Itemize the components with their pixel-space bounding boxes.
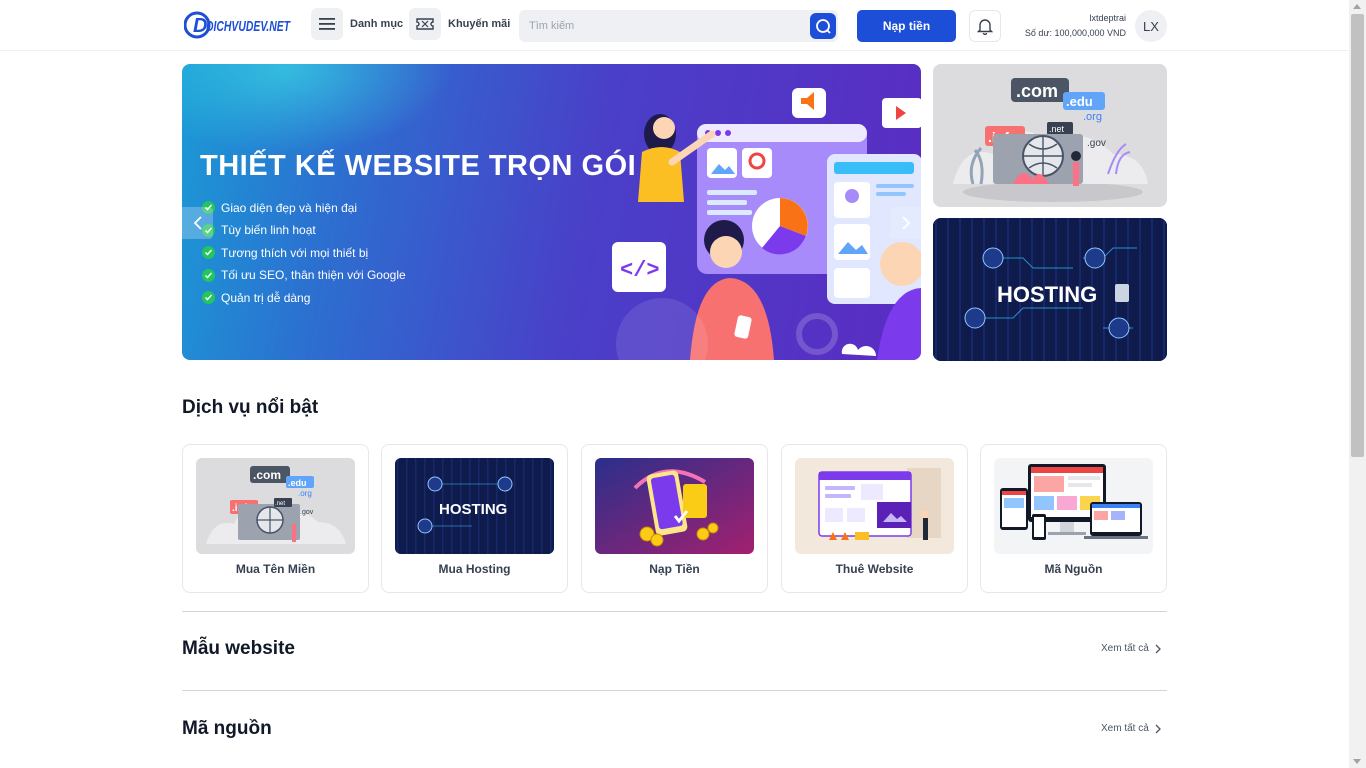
svg-text:.com: .com [1016,81,1058,101]
topup-illustration [595,458,754,554]
svg-text:HOSTING: HOSTING [439,501,507,518]
website-templates-title: Mẫu website [182,638,295,659]
promotions-label: Khuyến mãi [448,18,511,30]
scroll-down-arrow-icon[interactable] [1353,759,1361,764]
svg-text:.org: .org [298,489,312,498]
chevron-left-icon [193,216,202,230]
page: D DICHVUDEV.NET Danh mục Khuyến mãi Nạp … [0,0,1366,768]
svg-text:DICHVUDEV.NET: DICHVUDEV.NET [206,18,291,35]
hero-prev-button[interactable] [182,207,213,239]
hero-title: THIẾT KẾ WEBSITE TRỌN GÓI [200,150,637,182]
svg-text:HOSTING: HOSTING [997,282,1097,307]
featured-services-title: Dịch vụ nổi bật [182,397,319,418]
hosting-illustration: HOSTING [395,458,554,554]
hero-feature-item: Tối ưu SEO, thân thiện với Google [202,265,406,286]
check-icon [202,246,215,259]
domain-illustration: .com .edu .org .info .net .gov [196,458,355,554]
svg-text:.edu: .edu [288,478,307,488]
service-card-label: Nạp Tiền [649,562,700,576]
search-bar [519,10,838,42]
source-code-title: Mã nguồn [182,718,272,739]
section-divider [182,690,1167,691]
svg-text:.org: .org [1083,111,1102,123]
hero-feature-item: Tùy biến linh hoạt [202,220,406,241]
service-card-label: Mã Nguồn [1044,562,1103,576]
source-code-illustration [994,458,1153,554]
hero-next-button[interactable] [890,207,921,239]
user-info[interactable]: lxtdeptrai Số dư: 100,000,000 VND [1008,11,1126,41]
section-divider [182,611,1167,612]
service-card-website[interactable]: Thuê Website [781,444,968,593]
account-balance: Số dư: 100,000,000 VND [1024,28,1126,38]
service-card-topup[interactable]: Nạp Tiền [581,444,768,593]
search-button[interactable] [810,13,836,39]
chevron-right-icon [1155,644,1161,653]
svg-text:.net: .net [275,501,285,507]
category-menu-button[interactable]: Danh mục [311,8,403,40]
topup-button[interactable]: Nạp tiền [857,10,956,42]
hosting-banner[interactable]: HOSTING [933,218,1167,361]
scroll-up-arrow-icon[interactable] [1353,4,1361,9]
hero-feature-item: Giao diện đẹp và hiện đại [202,197,406,218]
category-menu-label: Danh mục [350,18,404,30]
chevron-right-icon [901,216,910,230]
hamburger-icon [311,8,343,40]
domain-banner[interactable]: .com .edu .org .info .net .gov [933,64,1167,207]
service-card-source-code[interactable]: Mã Nguồn [980,444,1167,593]
hero-feature-list: Giao diện đẹp và hiện đại Tùy biến linh … [202,197,406,310]
site-logo[interactable]: D DICHVUDEV.NET [184,9,294,41]
service-card-domain[interactable]: .com .edu .org .info .net .gov Mua Tên M… [182,444,369,593]
svg-text:.net: .net [1049,124,1065,134]
check-icon [202,291,215,304]
svg-text:</>: </> [620,258,660,283]
ticket-icon [409,8,441,40]
bell-icon [977,19,993,35]
svg-text:.gov: .gov [1087,138,1106,149]
web-design-illustration: </> [612,88,921,360]
notifications-button[interactable] [969,10,1001,42]
promotions-button[interactable]: Khuyến mãi [409,8,510,40]
search-icon [816,19,831,34]
service-card-label: Thuê Website [835,562,914,576]
svg-text:.gov: .gov [300,509,314,516]
hero-banner[interactable]: THIẾT KẾ WEBSITE TRỌN GÓI Giao diện đẹp … [182,64,921,360]
svg-text:.edu: .edu [1066,94,1093,109]
chevron-right-icon [1155,724,1161,733]
website-illustration [795,458,954,554]
avatar[interactable]: LX [1135,10,1167,42]
check-icon [202,268,215,282]
username: lxtdeptrai [1089,13,1126,23]
scrollbar-thumb[interactable] [1351,14,1364,457]
top-header: D DICHVUDEV.NET Danh mục Khuyến mãi Nạp … [0,0,1349,51]
service-card-hosting[interactable]: HOSTING Mua Hosting [381,444,568,593]
svg-text:.com: .com [253,468,281,482]
templates-see-all-link[interactable]: Xem tất cả [1101,643,1161,654]
sources-see-all-link[interactable]: Xem tất cả [1101,723,1161,734]
hero-feature-item: Quản trị dễ dàng [202,287,406,308]
service-card-label: Mua Tên Miền [235,562,316,576]
hero-feature-item: Tương thích với mọi thiết bị [202,242,406,263]
service-card-label: Mua Hosting [438,562,511,576]
page-scrollbar[interactable] [1349,0,1366,768]
search-input[interactable] [519,10,799,42]
